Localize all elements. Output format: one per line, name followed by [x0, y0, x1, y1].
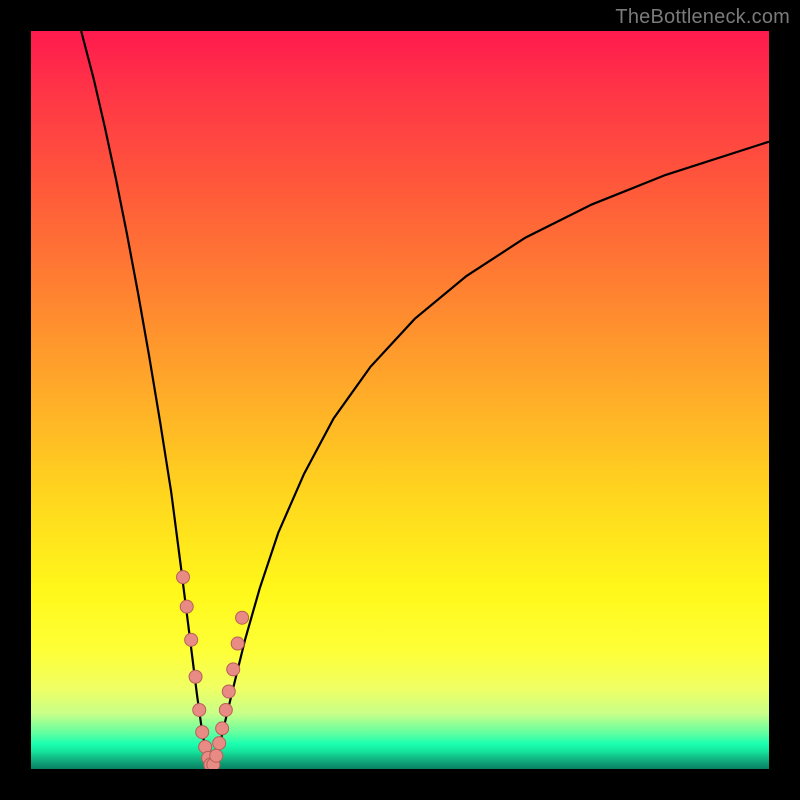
data-marker	[222, 685, 235, 698]
data-marker	[189, 670, 202, 683]
curve-layer	[81, 31, 769, 765]
left-branch-curve	[81, 31, 210, 765]
data-marker	[219, 703, 232, 716]
outer-frame: TheBottleneck.com	[0, 0, 800, 800]
data-marker	[185, 633, 198, 646]
data-marker	[180, 600, 193, 613]
data-marker	[193, 703, 206, 716]
data-marker	[227, 663, 240, 676]
data-marker	[236, 611, 249, 624]
data-marker	[177, 571, 190, 584]
right-branch-curve	[213, 142, 769, 766]
plot-area	[31, 31, 769, 769]
marker-layer	[177, 571, 249, 769]
watermark-text: TheBottleneck.com	[615, 6, 790, 29]
data-marker	[213, 737, 226, 750]
data-marker	[216, 722, 229, 735]
data-marker	[231, 637, 244, 650]
chart-svg	[31, 31, 769, 769]
data-marker	[196, 726, 209, 739]
data-marker	[210, 749, 223, 762]
